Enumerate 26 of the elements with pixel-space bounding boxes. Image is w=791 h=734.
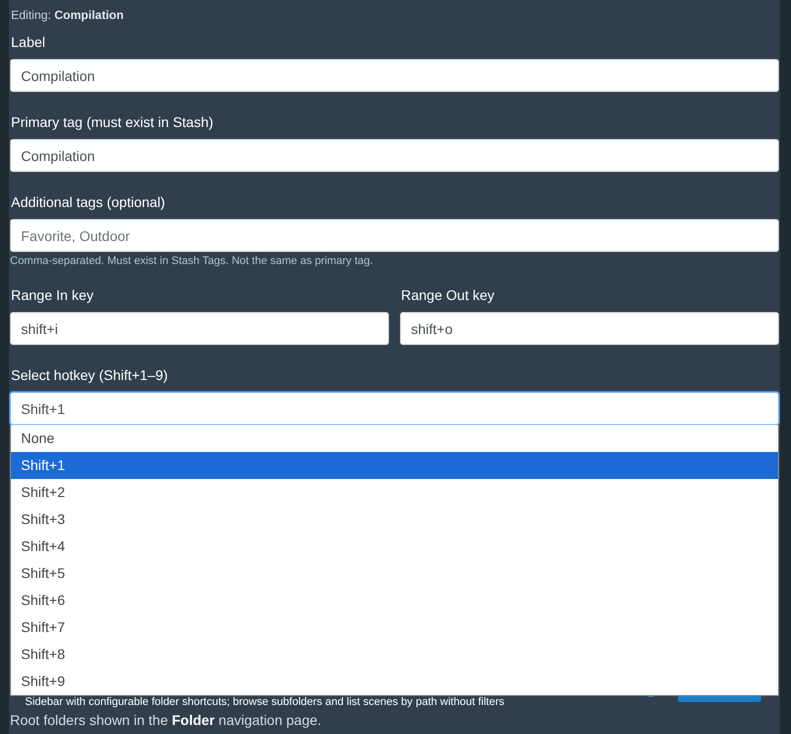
- field-label: Additional tags (optional): [11, 194, 166, 210]
- help-text: Comma-separated. Must exist in Stash Tags. Not the same as primary tag.: [10, 255, 374, 267]
- text-field[interactable]: Compilation: [10, 139, 779, 172]
- field-label: Range In key: [11, 287, 94, 303]
- hotkey-select[interactable]: Shift+1: [10, 392, 779, 425]
- dropdown-option[interactable]: Shift+5: [11, 560, 778, 587]
- dropdown-option[interactable]: None: [11, 425, 778, 452]
- dropdown-option[interactable]: Shift+1: [11, 452, 778, 479]
- key-field[interactable]: shift+i: [10, 312, 389, 345]
- editing-title: Editing: Compilation: [11, 8, 124, 22]
- dropdown-option[interactable]: Shift+4: [11, 533, 778, 560]
- key-field[interactable]: shift+o: [400, 312, 779, 345]
- plugin-description: Sidebar with configurable folder shortcuts; browse subfolders and list scenes by path without filters: [25, 696, 504, 708]
- text-field[interactable]: Compilation: [10, 59, 779, 92]
- dropdown-option[interactable]: Shift+7: [11, 614, 778, 641]
- dropdown-option[interactable]: Shift+2: [11, 479, 778, 506]
- folder-note: Root folders shown in the Folder navigation page.: [10, 712, 322, 728]
- dropdown-option[interactable]: Shift+9: [11, 668, 778, 695]
- field-label: Primary tag (must exist in Stash): [11, 114, 214, 130]
- dropdown-option[interactable]: Shift+3: [11, 506, 778, 533]
- field-label: Label: [11, 34, 46, 50]
- field-label: Select hotkey (Shift+1–9): [11, 367, 169, 383]
- text-field[interactable]: Favorite, Outdoor: [10, 219, 779, 252]
- dropdown-option[interactable]: Shift+6: [11, 587, 778, 614]
- field-label: Range Out key: [401, 287, 496, 303]
- dropdown-option[interactable]: Shift+8: [11, 641, 778, 668]
